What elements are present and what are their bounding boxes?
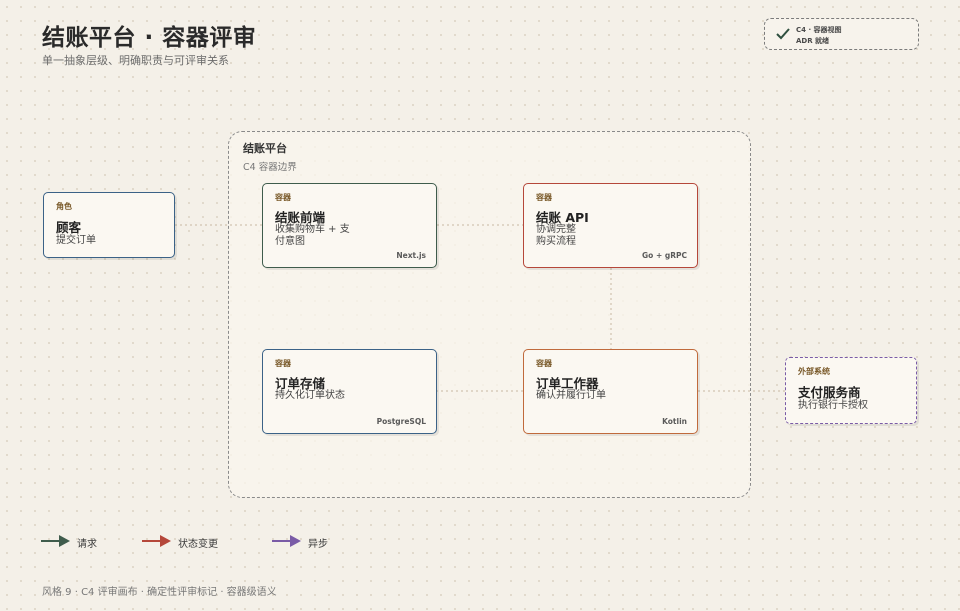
node-technology: PostgreSQL <box>376 417 426 426</box>
node-name: 支付服务商 <box>798 385 861 400</box>
node-description: 确认并履行订单 <box>536 390 606 401</box>
node-customer[interactable]: 角色 顾客 提交订单 <box>43 192 175 258</box>
node-description: 协调完整购买流程 <box>536 224 576 247</box>
node-technology: Go + gRPC <box>642 251 687 260</box>
node-checkout-api[interactable]: 容器 结账 API 协调完整购买流程 Go + gRPC <box>523 183 698 268</box>
arrow-icon <box>41 535 70 547</box>
footer-note: 风格 9 · C4 评审画布 · 确定性评审标记 · 容器级语义 <box>42 587 277 598</box>
relationship-edges <box>175 224 785 392</box>
node-technology: Next.js <box>396 251 426 260</box>
node-kind: 外部系统 <box>798 367 830 376</box>
node-kind: 容器 <box>536 193 552 202</box>
arrow-icon <box>272 535 301 547</box>
node-order-store[interactable]: 容器 订单存储 持久化订单状态 PostgreSQL <box>262 349 437 434</box>
node-order-worker[interactable]: 容器 订单工作器 确认并履行订单 Kotlin <box>523 349 698 434</box>
arrow-icon <box>142 535 171 547</box>
node-kind: 容器 <box>275 193 291 202</box>
node-payment-provider[interactable]: 外部系统 支付服务商 执行银行卡授权 <box>785 357 917 424</box>
node-name: 顾客 <box>56 220 82 235</box>
node-description: 提交订单 <box>56 235 96 246</box>
node-checkout-frontend[interactable]: 容器 结账前端 收集购物车 + 支付意图 Next.js <box>262 183 437 268</box>
node-kind: 容器 <box>536 359 552 368</box>
node-description: 执行银行卡授权 <box>798 400 868 411</box>
node-description: 收集购物车 + 支付意图 <box>275 224 350 247</box>
node-description: 持久化订单状态 <box>275 390 345 401</box>
node-technology: Kotlin <box>662 417 687 426</box>
legend-label: 异步 <box>308 539 328 550</box>
node-kind: 角色 <box>56 202 72 211</box>
legend-label: 状态变更 <box>178 539 218 550</box>
legend-label: 请求 <box>77 539 97 550</box>
node-kind: 容器 <box>275 359 291 368</box>
